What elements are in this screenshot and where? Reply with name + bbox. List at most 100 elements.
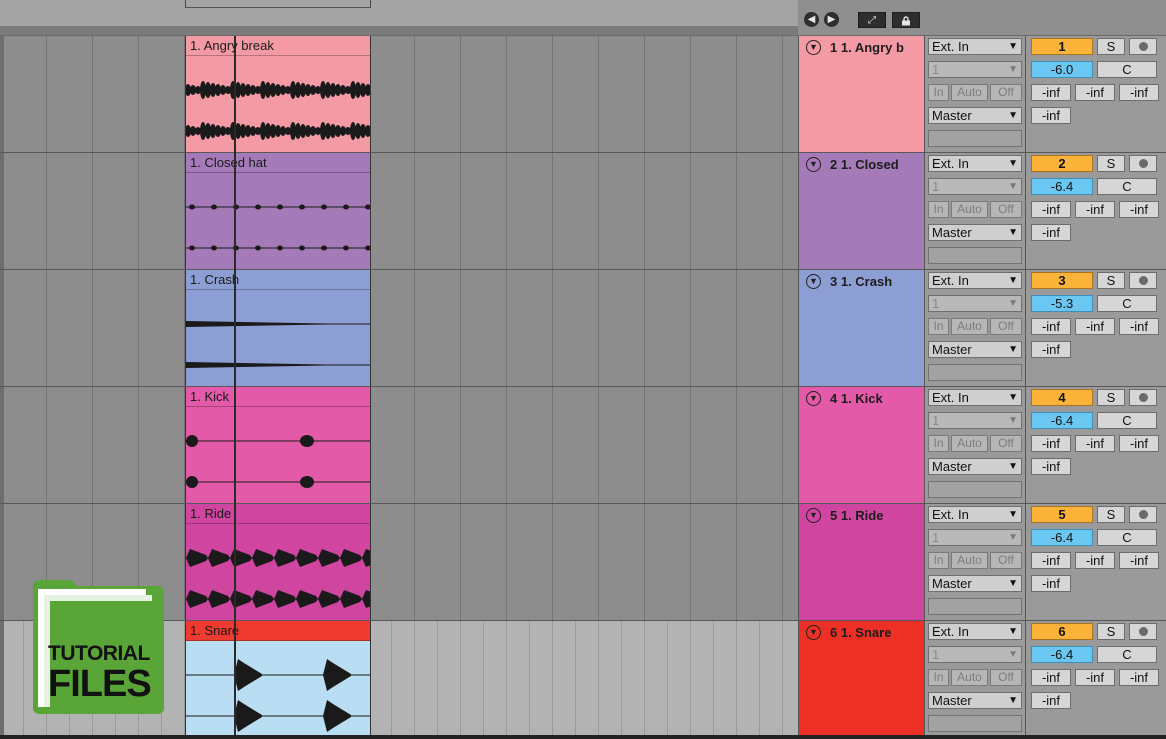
volume-field[interactable]: -6.4 [1031,529,1093,546]
send-c-field[interactable]: -inf [1119,84,1159,101]
fold-toggle-icon[interactable]: ▼ [806,391,821,406]
track-activator-button[interactable]: 5 [1031,506,1093,523]
monitor-in-button[interactable]: In [928,552,949,569]
clip-title[interactable]: 1. Ride [186,504,370,524]
clip-title[interactable]: 1. Closed hat [186,153,370,173]
input-channel-select[interactable]: 1 ▼ [928,61,1022,78]
track-activator-button[interactable]: 3 [1031,272,1093,289]
monitor-auto-button[interactable]: Auto [951,669,988,686]
input-type-select[interactable]: Ext. In ▼ [928,389,1022,406]
send-a-field[interactable]: -inf [1031,435,1071,452]
monitor-in-button[interactable]: In [928,84,949,101]
output-channel-slot[interactable] [928,247,1022,264]
pan-field[interactable]: C [1097,412,1157,429]
fold-toggle-icon[interactable]: ▼ [806,625,821,640]
output-select[interactable]: Master ▼ [928,224,1022,241]
solo-button[interactable]: S [1097,272,1125,289]
monitor-off-button[interactable]: Off [990,84,1022,101]
arrangement-lane[interactable] [0,36,798,152]
track-header[interactable]: ▼ 4 1. Kick [798,387,925,503]
input-channel-select[interactable]: 1 ▼ [928,295,1022,312]
volume-field[interactable]: -5.3 [1031,295,1093,312]
track-header[interactable]: ▼ 3 1. Crash [798,270,925,386]
arm-record-button[interactable] [1129,623,1157,640]
monitor-auto-button[interactable]: Auto [951,435,988,452]
monitor-auto-button[interactable]: Auto [951,84,988,101]
input-channel-select[interactable]: 1 ▼ [928,646,1022,663]
input-type-select[interactable]: Ext. In ▼ [928,506,1022,523]
arrangement-lane[interactable] [0,153,798,269]
arm-record-button[interactable] [1129,506,1157,523]
arm-record-button[interactable] [1129,38,1157,55]
output-channel-slot[interactable] [928,481,1022,498]
track-header[interactable]: ▼ 5 1. Ride [798,504,925,620]
input-type-select[interactable]: Ext. In ▼ [928,623,1022,640]
input-channel-select[interactable]: 1 ▼ [928,178,1022,195]
clip-title[interactable]: 1. Snare [186,621,370,641]
right-arrow-icon[interactable]: ▶ [824,12,839,27]
track-name[interactable]: 1 1. Angry b [830,40,904,55]
lock-icon[interactable] [892,12,920,28]
meter-peak-field[interactable]: -inf [1031,107,1071,124]
monitor-auto-button[interactable]: Auto [951,201,988,218]
monitor-off-button[interactable]: Off [990,318,1022,335]
audio-clip[interactable]: 1. Angry break [185,36,371,152]
audio-clip[interactable]: 1. Snare [185,621,371,737]
expand-icon[interactable]: ⤢ [858,12,886,28]
output-select[interactable]: Master ▼ [928,107,1022,124]
monitor-auto-button[interactable]: Auto [951,552,988,569]
track-activator-button[interactable]: 6 [1031,623,1093,640]
clip-title[interactable]: 1. Angry break [186,36,370,56]
monitor-in-button[interactable]: In [928,435,949,452]
monitor-off-button[interactable]: Off [990,669,1022,686]
fold-toggle-icon[interactable]: ▼ [806,40,821,55]
pan-field[interactable]: C [1097,178,1157,195]
solo-button[interactable]: S [1097,38,1125,55]
send-a-field[interactable]: -inf [1031,318,1071,335]
meter-peak-field[interactable]: -inf [1031,458,1071,475]
pan-field[interactable]: C [1097,61,1157,78]
volume-field[interactable]: -6.0 [1031,61,1093,78]
loop-brace[interactable] [185,0,371,8]
track-name[interactable]: 4 1. Kick [830,391,883,406]
output-channel-slot[interactable] [928,598,1022,615]
monitor-off-button[interactable]: Off [990,201,1022,218]
send-c-field[interactable]: -inf [1119,435,1159,452]
pan-field[interactable]: C [1097,295,1157,312]
monitor-off-button[interactable]: Off [990,552,1022,569]
meter-peak-field[interactable]: -inf [1031,692,1071,709]
input-type-select[interactable]: Ext. In ▼ [928,38,1022,55]
volume-field[interactable]: -6.4 [1031,646,1093,663]
output-select[interactable]: Master ▼ [928,341,1022,358]
monitor-in-button[interactable]: In [928,201,949,218]
send-b-field[interactable]: -inf [1075,201,1115,218]
fold-toggle-icon[interactable]: ▼ [806,508,821,523]
solo-button[interactable]: S [1097,155,1125,172]
send-a-field[interactable]: -inf [1031,84,1071,101]
fold-toggle-icon[interactable]: ▼ [806,157,821,172]
input-channel-select[interactable]: 1 ▼ [928,412,1022,429]
track-name[interactable]: 5 1. Ride [830,508,883,523]
monitor-in-button[interactable]: In [928,318,949,335]
input-channel-select[interactable]: 1 ▼ [928,529,1022,546]
monitor-off-button[interactable]: Off [990,435,1022,452]
output-select[interactable]: Master ▼ [928,458,1022,475]
playhead-line[interactable] [234,36,236,736]
solo-button[interactable]: S [1097,506,1125,523]
output-select[interactable]: Master ▼ [928,692,1022,709]
clip-title[interactable]: 1. Kick [186,387,370,407]
solo-button[interactable]: S [1097,389,1125,406]
pan-field[interactable]: C [1097,529,1157,546]
loop-strip[interactable] [0,26,798,35]
send-b-field[interactable]: -inf [1075,318,1115,335]
track-header[interactable]: ▼ 2 1. Closed [798,153,925,269]
track-activator-button[interactable]: 1 [1031,38,1093,55]
monitor-auto-button[interactable]: Auto [951,318,988,335]
track-activator-button[interactable]: 4 [1031,389,1093,406]
send-a-field[interactable]: -inf [1031,201,1071,218]
timeline-ruler[interactable] [0,0,798,36]
arm-record-button[interactable] [1129,155,1157,172]
send-c-field[interactable]: -inf [1119,552,1159,569]
audio-clip[interactable]: 1. Closed hat [185,153,371,269]
arm-record-button[interactable] [1129,272,1157,289]
